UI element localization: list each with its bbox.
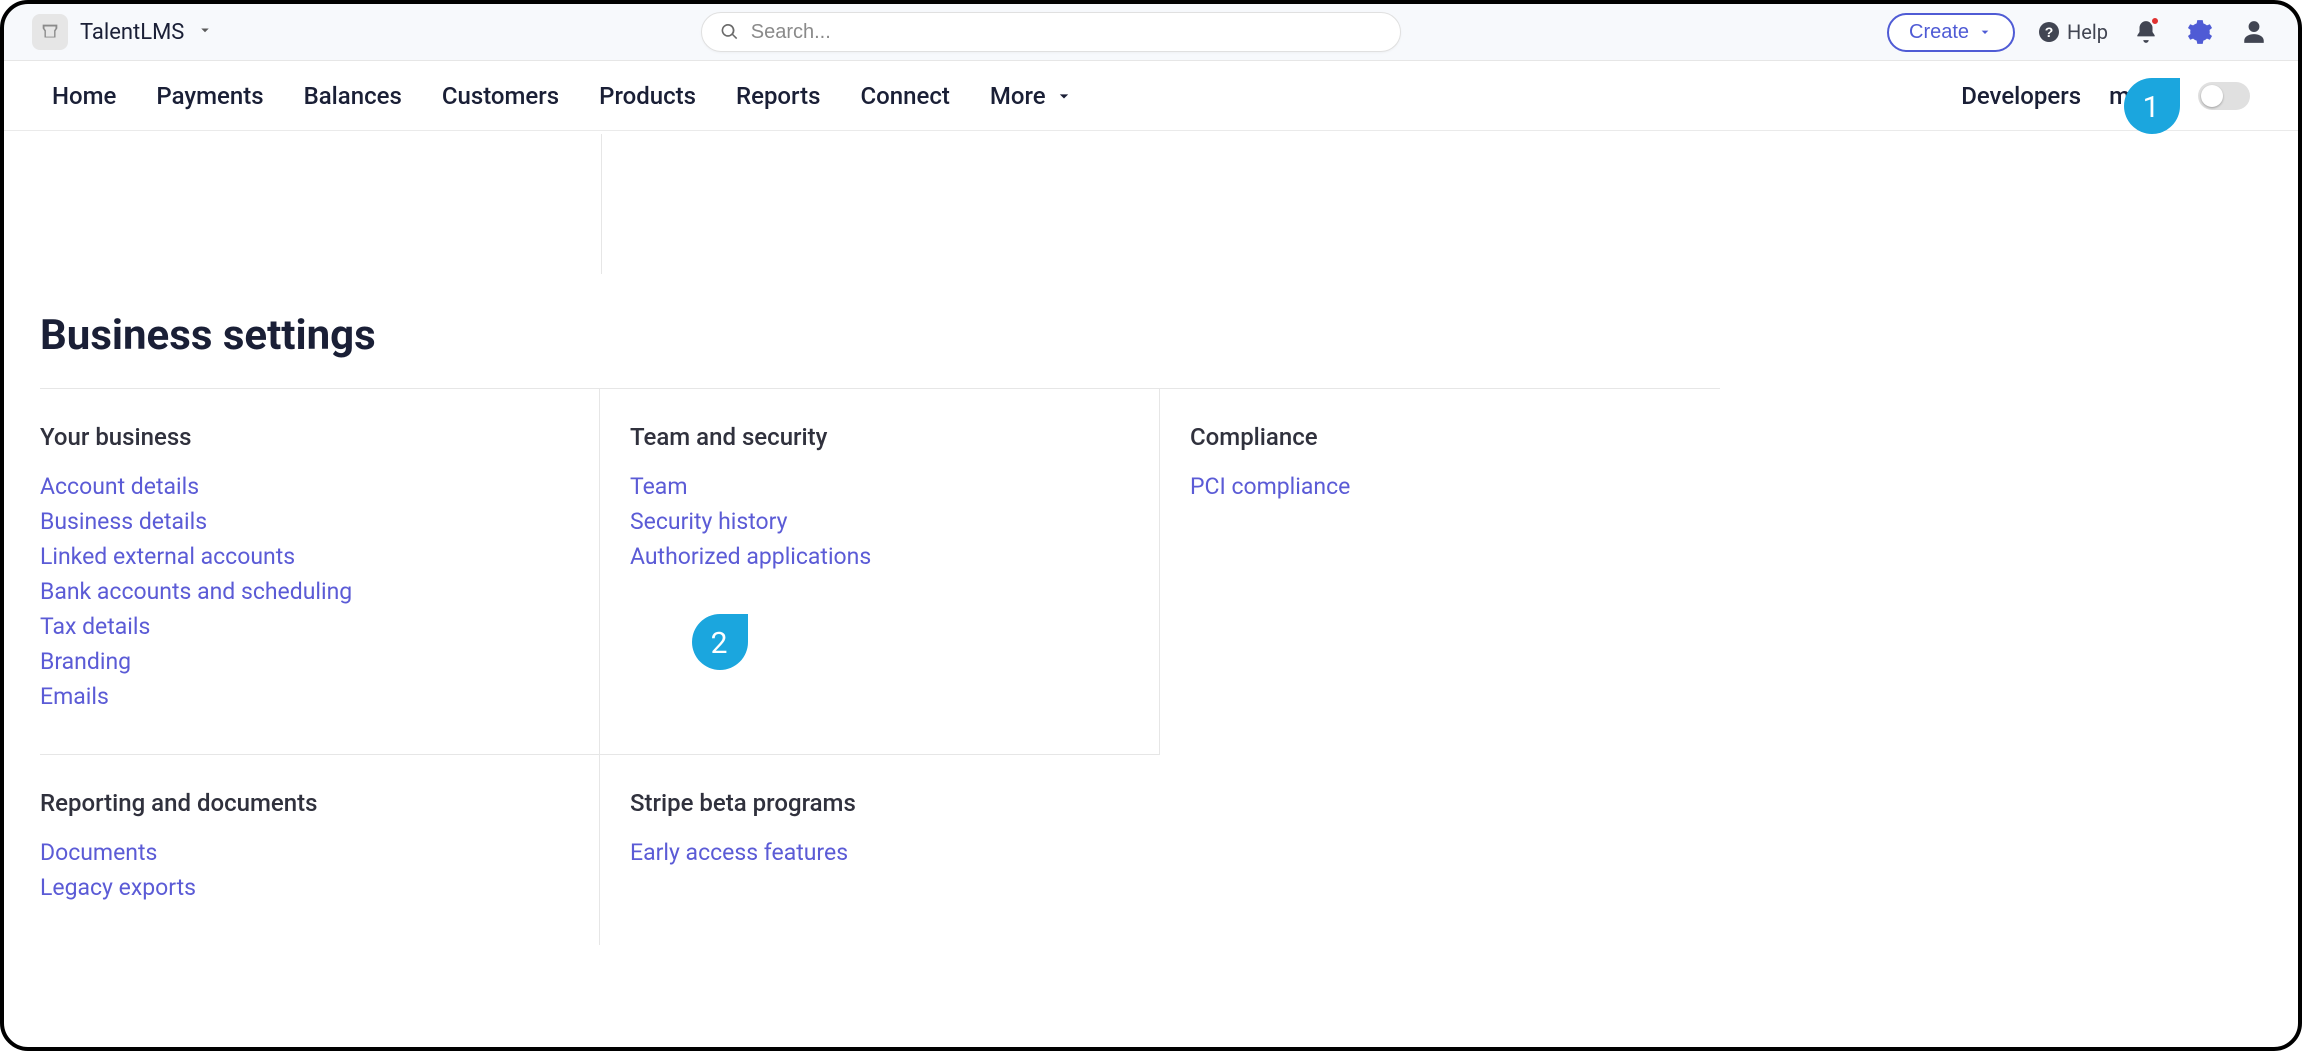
link-documents[interactable]: Documents (40, 839, 569, 866)
nav-home[interactable]: Home (52, 82, 116, 110)
link-bank-accounts-scheduling[interactable]: Bank accounts and scheduling (40, 578, 569, 605)
notifications-button[interactable] (2130, 16, 2162, 48)
section-compliance: Compliance PCI compliance (1160, 389, 1720, 754)
section-your-business: Your business Account details Business d… (40, 389, 600, 754)
section-team-security: Team and security Team Security history … (600, 389, 1160, 754)
page-title: Business settings (40, 311, 2298, 360)
create-button[interactable]: Create (1887, 13, 2015, 52)
help-label: Help (2067, 20, 2108, 44)
main-content: Business settings Your business Account … (4, 311, 2298, 945)
nav-reports[interactable]: Reports (736, 82, 820, 110)
link-pci-compliance[interactable]: PCI compliance (1190, 473, 1690, 500)
account-name: TalentLMS (80, 20, 184, 45)
toggle-knob (2201, 85, 2223, 107)
nav-customers[interactable]: Customers (442, 82, 559, 110)
section-title: Your business (40, 423, 569, 451)
top-bar: TalentLMS Create ? Help (4, 4, 2298, 61)
developers-link[interactable]: Developers (1961, 82, 2081, 110)
help-link[interactable]: ? Help (2037, 20, 2108, 44)
section-title: Compliance (1190, 423, 1690, 451)
divider (601, 134, 602, 274)
user-icon (2241, 19, 2267, 45)
link-authorized-applications[interactable]: Authorized applications (630, 543, 1129, 570)
search-icon (720, 22, 739, 42)
svg-text:?: ? (2045, 24, 2054, 40)
nav-more[interactable]: More (990, 82, 1074, 110)
link-legacy-exports[interactable]: Legacy exports (40, 874, 569, 901)
notification-dot-icon (2150, 16, 2160, 26)
chevron-down-icon (196, 21, 214, 44)
settings-button[interactable] (2184, 16, 2216, 48)
nav-balances[interactable]: Balances (304, 82, 402, 110)
nav-payments[interactable]: Payments (156, 82, 263, 110)
store-icon (32, 14, 68, 50)
profile-button[interactable] (2238, 16, 2270, 48)
section-empty (1160, 754, 1720, 945)
annotation-callout-1: 1 (2124, 78, 2180, 134)
link-linked-external-accounts[interactable]: Linked external accounts (40, 543, 569, 570)
primary-nav: Home Payments Balances Customers Product… (4, 61, 2298, 131)
annotation-callout-2: 2 (692, 614, 748, 670)
section-reporting-documents: Reporting and documents Documents Legacy… (40, 754, 600, 945)
section-stripe-beta: Stripe beta programs Early access featur… (600, 754, 1160, 945)
section-title: Team and security (630, 423, 1129, 451)
section-title: Stripe beta programs (630, 789, 1130, 817)
account-switcher[interactable]: TalentLMS (32, 14, 214, 50)
link-emails[interactable]: Emails (40, 683, 569, 710)
help-icon: ? (2037, 20, 2061, 44)
link-security-history[interactable]: Security history (630, 508, 1129, 535)
nav-more-label: More (990, 82, 1046, 110)
settings-grid: Your business Account details Business d… (40, 388, 1720, 945)
chevron-down-icon (1054, 86, 1074, 106)
section-title: Reporting and documents (40, 789, 569, 817)
top-right-controls: Create ? Help (1887, 13, 2270, 52)
chevron-down-icon (1977, 24, 1993, 40)
create-label: Create (1909, 21, 1969, 44)
nav-products[interactable]: Products (599, 82, 696, 110)
link-early-access-features[interactable]: Early access features (630, 839, 1130, 866)
nav-connect[interactable]: Connect (860, 82, 949, 110)
link-account-details[interactable]: Account details (40, 473, 569, 500)
link-branding[interactable]: Branding (40, 648, 569, 675)
link-tax-details[interactable]: Tax details (40, 613, 569, 640)
link-business-details[interactable]: Business details (40, 508, 569, 535)
gear-icon (2187, 19, 2213, 45)
search-input[interactable] (751, 21, 1382, 44)
test-mode-toggle[interactable] (2198, 82, 2250, 110)
link-team[interactable]: Team (630, 473, 1129, 500)
search-box[interactable] (701, 12, 1401, 52)
